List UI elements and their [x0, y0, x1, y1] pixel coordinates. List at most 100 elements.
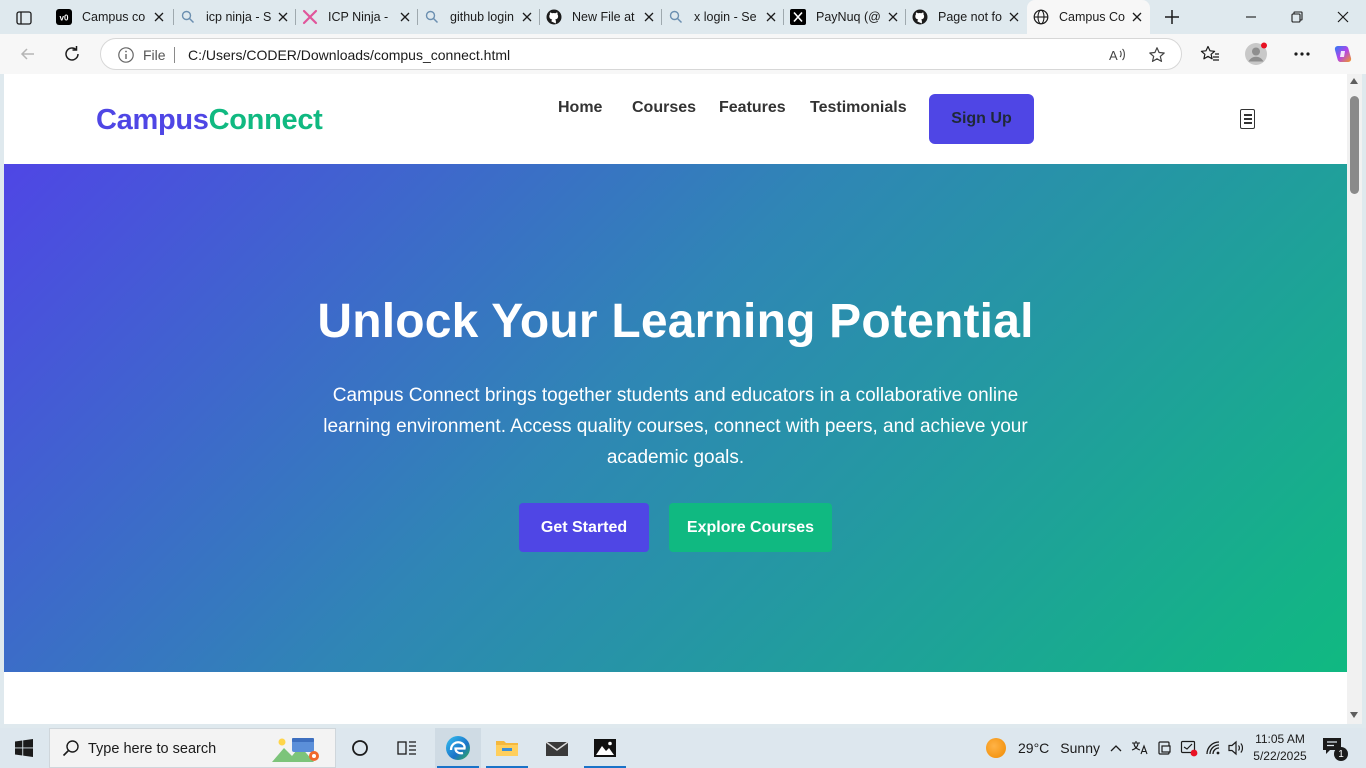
clock-time: 11:05 AM [1255, 732, 1305, 746]
close-icon[interactable] [1005, 8, 1023, 26]
tab-title: Campus co [82, 10, 146, 24]
taskbar-edge[interactable] [435, 728, 481, 768]
get-started-button[interactable]: Get Started [519, 503, 649, 552]
scroll-down-arrow-icon[interactable] [1350, 712, 1358, 718]
url-text[interactable]: C:/Users/CODER/Downloads/compus_connect.… [188, 47, 510, 63]
globe-icon [1033, 9, 1049, 25]
tab-paynuq-x[interactable]: PayNuq (@ [784, 0, 906, 34]
taskbar-file-explorer[interactable] [484, 728, 530, 768]
widgets-button[interactable] [384, 728, 430, 768]
explore-courses-button[interactable]: Explore Courses [669, 503, 832, 552]
github-icon [546, 9, 562, 25]
v0-logo-icon: v0 [56, 9, 72, 25]
search-placeholder: Type here to search [88, 741, 217, 757]
minimize-button[interactable] [1228, 0, 1274, 34]
close-icon[interactable] [274, 8, 292, 26]
github-icon [912, 9, 928, 25]
tab-actions-button[interactable] [10, 6, 38, 30]
favorites-button[interactable] [1198, 42, 1222, 66]
info-icon[interactable] [117, 46, 135, 64]
x-logo-icon [790, 9, 806, 25]
task-view-button[interactable] [337, 728, 383, 768]
close-icon[interactable] [1128, 8, 1146, 26]
menu-line [1243, 114, 1252, 116]
chevron-up-icon [1110, 745, 1122, 752]
task-view-icon [397, 741, 416, 755]
input-method-button[interactable] [1130, 738, 1150, 758]
tab-x-login-search[interactable]: x login - Se [662, 0, 784, 34]
cortana-circle-icon [352, 740, 368, 756]
tab-title: PayNuq (@ [816, 10, 881, 24]
nav-home[interactable]: Home [558, 99, 602, 117]
close-icon[interactable] [150, 8, 168, 26]
search-icon [668, 9, 684, 25]
tab-icp-ninja[interactable]: ICP Ninja - [296, 0, 418, 34]
tab-github-new-file[interactable]: New File at [540, 0, 662, 34]
close-icon[interactable] [884, 8, 902, 26]
svg-text:A: A [1109, 48, 1118, 63]
tray-app-button[interactable] [1155, 738, 1175, 758]
tab-icp-ninja-search[interactable]: icp ninja - S [174, 0, 296, 34]
taskbar-search-box[interactable]: Type here to search [49, 728, 336, 768]
nav-courses[interactable]: Courses [632, 99, 696, 117]
display-tray-icon [1158, 741, 1171, 755]
new-tab-button[interactable] [1160, 5, 1184, 29]
scroll-up-arrow-icon[interactable] [1350, 78, 1358, 84]
clock-date: 5/22/2025 [1253, 749, 1307, 763]
volume-button[interactable] [1227, 738, 1247, 758]
tab-title: icp ninja - S [206, 10, 272, 24]
show-hidden-icons-button[interactable] [1106, 738, 1126, 758]
tab-github-login-search[interactable]: github login [418, 0, 540, 34]
tab-title: x login - Se [694, 10, 757, 24]
close-icon[interactable] [640, 8, 658, 26]
close-icon[interactable] [396, 8, 414, 26]
close-icon [1337, 11, 1349, 23]
close-icon[interactable] [762, 8, 780, 26]
weather-widget[interactable]: 29°C Sunny [986, 728, 1100, 768]
back-button[interactable] [13, 40, 43, 68]
settings-menu-button[interactable] [1290, 42, 1314, 66]
windows-taskbar: Type here to search 29°C Sunny 11:05 AM … [0, 728, 1366, 768]
photos-icon [594, 739, 616, 757]
notification-center-button[interactable]: 1 [1322, 737, 1348, 761]
network-button[interactable] [1204, 738, 1224, 758]
taskbar-photos[interactable] [582, 728, 628, 768]
search-icon [424, 9, 440, 25]
favorite-star-icon[interactable] [1147, 45, 1167, 65]
start-button[interactable] [0, 728, 48, 768]
page-scrollbar[interactable] [1347, 74, 1362, 724]
back-arrow-icon [20, 48, 34, 60]
tab-strip: v0 Campus co icp ninja - S ICP Ninja - g… [0, 0, 1366, 34]
signup-button[interactable]: Sign Up [929, 94, 1034, 144]
nav-features[interactable]: Features [719, 99, 786, 117]
close-icon[interactable] [518, 8, 536, 26]
nav-testimonials[interactable]: Testimonials [810, 99, 907, 117]
icp-ninja-icon [302, 9, 318, 25]
search-highlight-illustration-icon [270, 734, 322, 764]
site-logo[interactable]: CampusConnect [96, 104, 323, 137]
menu-line [1243, 118, 1252, 120]
copilot-button[interactable] [1331, 42, 1355, 66]
restore-button[interactable] [1274, 0, 1320, 34]
folder-icon [496, 741, 518, 756]
more-dots-icon [1294, 52, 1310, 56]
scroll-thumb[interactable] [1350, 96, 1359, 194]
tab-title: New File at [572, 10, 635, 24]
taskbar-clock[interactable]: 11:05 AM 5/22/2025 [1246, 731, 1314, 765]
tray-security-button[interactable] [1179, 738, 1199, 758]
tab-campus-v0[interactable]: v0 Campus co [50, 0, 172, 34]
profile-button[interactable] [1244, 42, 1268, 66]
hero-title: Unlock Your Learning Potential [317, 295, 1034, 348]
taskbar-mail[interactable] [534, 728, 580, 768]
favorites-icon [1200, 45, 1219, 61]
read-aloud-icon[interactable]: A [1107, 45, 1127, 65]
mobile-menu-button[interactable] [1240, 109, 1255, 129]
refresh-button[interactable] [57, 40, 87, 68]
tab-github-not-found[interactable]: Page not fo [906, 0, 1027, 34]
speaker-icon [1228, 740, 1244, 756]
logo-part-campus: Campus [96, 104, 209, 136]
close-window-button[interactable] [1320, 0, 1366, 34]
browser-toolbar: File C:/Users/CODER/Downloads/compus_con… [0, 34, 1366, 74]
address-bar[interactable]: File C:/Users/CODER/Downloads/compus_con… [100, 38, 1182, 70]
tab-campus-connect-active[interactable]: Campus Co [1027, 0, 1150, 34]
